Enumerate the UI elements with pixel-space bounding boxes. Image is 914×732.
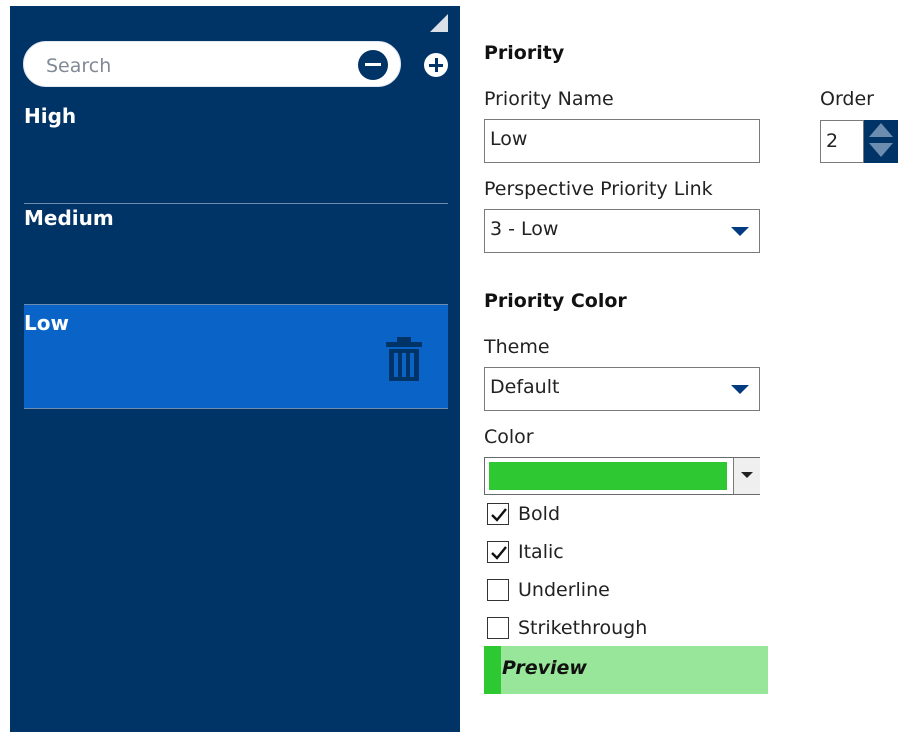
perspective-link-dropdown[interactable]: 3 - Low <box>484 209 760 253</box>
checkmark-icon <box>491 546 507 560</box>
order-label: Order <box>820 88 874 110</box>
trash-icon[interactable] <box>386 337 422 381</box>
underline-checkbox[interactable] <box>487 579 509 601</box>
order-stepper[interactable] <box>864 120 898 163</box>
priority-name-label: Priority Name <box>484 88 614 110</box>
section-priority-color-heading: Priority Color <box>484 290 627 312</box>
color-swatch <box>489 462 727 490</box>
order-field[interactable]: 2 <box>820 120 864 163</box>
theme-dropdown[interactable]: Default <box>484 367 760 411</box>
list-item-label: High <box>24 104 77 128</box>
chevron-down-icon <box>731 227 749 236</box>
search-clear-icon[interactable] <box>358 50 388 80</box>
list-item-medium[interactable]: Medium <box>24 206 448 306</box>
perspective-link-value: 3 - Low <box>490 218 559 240</box>
priority-name-value: Low <box>490 128 528 150</box>
list-item-high[interactable]: High <box>24 104 448 204</box>
preview-color-strip <box>484 646 501 694</box>
preview-label: Preview <box>502 657 587 679</box>
chevron-down-icon <box>741 472 753 478</box>
search-input[interactable] <box>44 53 348 79</box>
order-value: 2 <box>826 130 839 152</box>
stepper-divider <box>867 138 895 141</box>
perspective-link-label: Perspective Priority Link <box>484 178 713 200</box>
stepper-down-icon[interactable] <box>869 143 893 157</box>
section-priority-heading: Priority <box>484 42 565 64</box>
theme-value: Default <box>490 376 560 398</box>
add-priority-button[interactable] <box>424 53 448 77</box>
bold-checkbox[interactable] <box>487 503 509 525</box>
theme-label: Theme <box>484 336 550 358</box>
list-item-low[interactable]: Low <box>24 304 448 409</box>
preview-box: Preview <box>484 646 768 694</box>
priority-details-panel: Priority Priority Name Low Order 2 Persp… <box>460 6 914 732</box>
strikethrough-checkbox-label: Strikethrough <box>518 617 648 639</box>
color-label: Color <box>484 426 534 448</box>
panel-collapse-icon[interactable] <box>430 14 448 32</box>
list-item-label: Medium <box>24 206 114 230</box>
list-item-label: Low <box>24 311 69 335</box>
search-box <box>23 41 401 87</box>
priority-list-panel: High Medium Low <box>10 6 460 732</box>
bold-checkbox-label: Bold <box>518 503 560 525</box>
italic-checkbox[interactable] <box>487 541 509 563</box>
stepper-up-icon[interactable] <box>869 123 893 137</box>
priority-name-field[interactable]: Low <box>484 119 760 163</box>
window-left-edge <box>0 0 10 732</box>
color-picker[interactable] <box>484 457 760 495</box>
chevron-down-icon <box>731 385 749 394</box>
underline-checkbox-label: Underline <box>518 579 610 601</box>
strikethrough-checkbox[interactable] <box>487 617 509 639</box>
checkmark-icon <box>491 508 507 522</box>
italic-checkbox-label: Italic <box>518 541 564 563</box>
color-dropdown-button[interactable] <box>733 458 760 494</box>
